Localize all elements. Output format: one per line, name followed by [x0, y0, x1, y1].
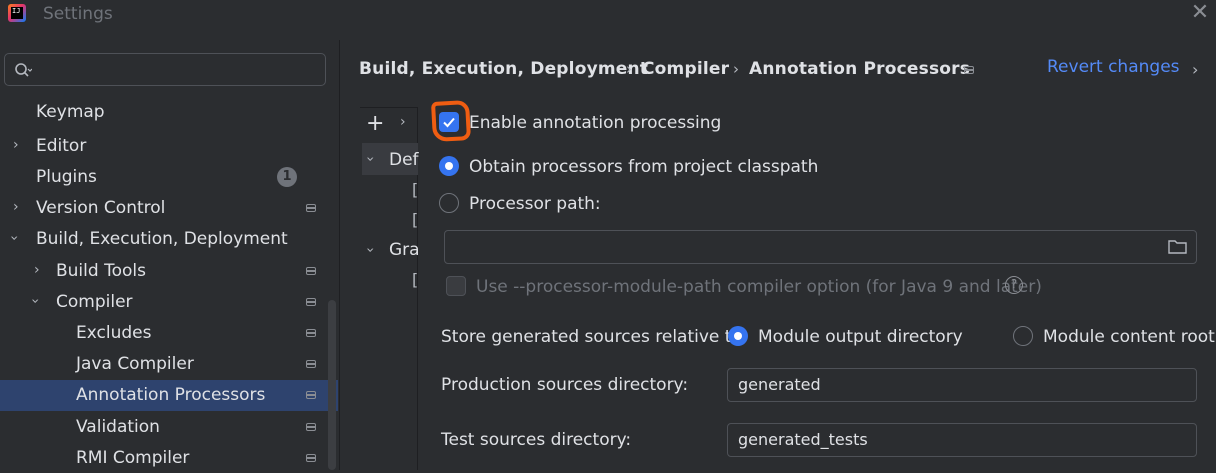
breadcrumb-build-execution-deployment[interactable]: Build, Execution, Deployment	[359, 59, 648, 79]
project-scope-icon	[306, 391, 316, 399]
folder-icon[interactable]	[1168, 239, 1187, 254]
breadcrumb-annotation-processors: Annotation Processors	[749, 59, 971, 79]
module-content-root-label[interactable]: Module content root	[1043, 327, 1215, 347]
project-scope-icon	[306, 454, 316, 462]
project-scope-icon	[964, 66, 974, 74]
close-icon[interactable]: ✕	[1188, 0, 1212, 26]
project-scope-icon	[306, 329, 316, 337]
title-bar	[0, 0, 1216, 40]
search-input[interactable]	[4, 53, 326, 86]
profile-label-default[interactable]: Def	[389, 150, 419, 170]
sidebar-item-validation[interactable]: Validation	[76, 412, 160, 442]
sidebar-item-java-compiler[interactable]: Java Compiler	[76, 349, 194, 379]
breadcrumb-compiler[interactable]: Compiler	[642, 59, 729, 79]
toolbar-expand-icon[interactable]: ›	[400, 114, 406, 130]
sidebar-item-version-control[interactable]: Version Control	[36, 193, 165, 223]
enable-annotation-processing-label[interactable]: Enable annotation processing	[469, 113, 721, 133]
module-output-directory-label[interactable]: Module output directory	[758, 327, 963, 347]
processor-module-path-label: Use --processor-module-path compiler opt…	[476, 277, 1042, 297]
sidebar-item-editor[interactable]: Editor	[36, 131, 86, 161]
app-logo: IJ	[8, 4, 26, 22]
test-sources-directory-label: Test sources directory:	[441, 430, 632, 450]
production-sources-directory-label: Production sources directory:	[441, 375, 689, 395]
sidebar-item-excludes[interactable]: Excludes	[76, 318, 151, 348]
app-logo-text: IJ	[12, 7, 21, 15]
test-sources-directory-input[interactable]: generated_tests	[727, 423, 1197, 457]
sidebar-item-build-execution-deployment[interactable]: Build, Execution, Deployment	[36, 224, 288, 254]
chevron-down-icon[interactable]: ›	[362, 247, 378, 253]
help-icon[interactable]: ?	[1005, 276, 1023, 294]
project-scope-icon	[306, 298, 316, 306]
obtain-from-classpath-label[interactable]: Obtain processors from project classpath	[469, 157, 818, 177]
more-chevron-icon[interactable]: ›	[1192, 60, 1198, 79]
production-sources-directory-input[interactable]: generated	[727, 368, 1197, 402]
project-scope-icon	[306, 423, 316, 431]
store-generated-sources-label: Store generated sources relative to:	[441, 327, 748, 347]
project-scope-icon	[306, 267, 316, 275]
add-profile-button[interactable]: +	[366, 111, 384, 136]
sidebar-item-compiler[interactable]: Compiler	[56, 287, 133, 317]
breadcrumb-separator: ›	[626, 60, 632, 78]
sidebar-item-rmi-compiler[interactable]: RMI Compiler	[76, 443, 189, 473]
plugins-update-badge: 1	[277, 167, 297, 187]
sidebar-item-plugins[interactable]: Plugins	[36, 162, 97, 192]
module-icon: [	[412, 270, 419, 289]
project-scope-icon	[306, 204, 316, 212]
obtain-from-classpath-radio[interactable]	[439, 156, 459, 176]
module-icon: [	[412, 210, 419, 229]
module-icon: [	[412, 180, 419, 199]
sidebar-item-keymap[interactable]: Keymap	[36, 97, 105, 127]
processor-path-label[interactable]: Processor path:	[469, 194, 601, 214]
chevron-right-icon[interactable]: ›	[13, 199, 19, 215]
processor-module-path-checkbox[interactable]	[446, 276, 466, 296]
profile-label-gradle[interactable]: Gra	[389, 240, 420, 260]
chevron-down-icon[interactable]: ›	[27, 298, 43, 304]
module-content-root-radio[interactable]	[1013, 326, 1033, 346]
sidebar-scrollbar[interactable]	[328, 300, 336, 470]
annotation-highlight-mark	[430, 100, 472, 142]
sidebar-item-annotation-processors[interactable]: Annotation Processors	[0, 380, 338, 411]
chevron-right-icon[interactable]: ›	[34, 262, 40, 278]
processor-path-radio[interactable]	[439, 193, 459, 213]
processor-path-field[interactable]	[444, 230, 1197, 264]
search-icon[interactable]	[14, 62, 32, 80]
chevron-right-icon[interactable]: ›	[13, 137, 19, 153]
module-output-directory-radio[interactable]	[728, 326, 748, 346]
sidebar-item-build-tools[interactable]: Build Tools	[56, 256, 146, 286]
project-scope-icon	[306, 360, 316, 368]
breadcrumb-separator: ›	[733, 60, 739, 78]
revert-changes-link[interactable]: Revert changes	[1047, 57, 1180, 77]
window-title: Settings	[43, 4, 113, 24]
chevron-down-icon[interactable]: ›	[362, 156, 378, 162]
chevron-down-icon[interactable]: ›	[6, 235, 22, 241]
